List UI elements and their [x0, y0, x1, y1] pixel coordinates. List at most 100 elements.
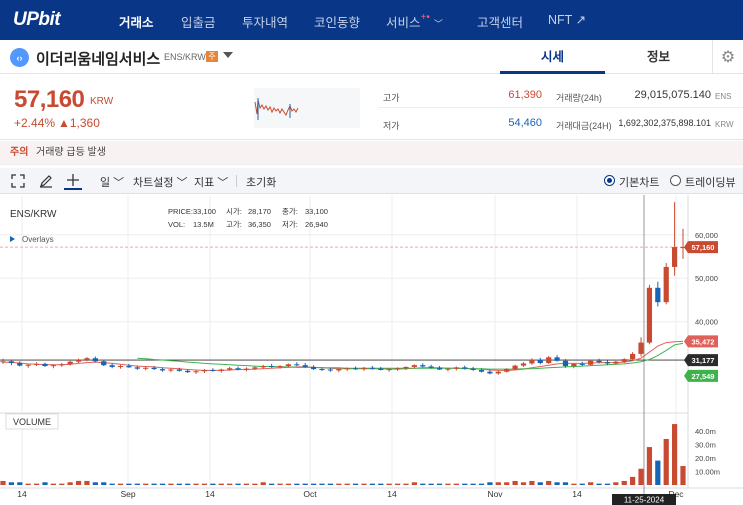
volume-bar	[159, 483, 166, 485]
volume-bar	[680, 466, 686, 485]
candle-body	[571, 363, 577, 367]
info-price-label: PRICE:	[168, 207, 193, 216]
overlays-label: Overlays	[22, 235, 54, 244]
candle-body	[378, 368, 384, 370]
tradingview-label[interactable]: 트레이딩뷰	[685, 174, 736, 190]
candle-body	[302, 365, 308, 367]
upbit-logo[interactable]: UPbit	[13, 9, 105, 31]
candle-body	[0, 361, 6, 363]
high-label: 고가	[383, 93, 400, 103]
chevron-down-icon: ﹀	[214, 177, 229, 189]
gear-icon[interactable]: ⚙	[712, 40, 743, 74]
candle-body	[613, 361, 619, 364]
info-high: 36,350	[248, 220, 271, 229]
high-value: 61,390	[508, 89, 542, 101]
volume-bar	[252, 483, 258, 485]
pencil-icon[interactable]	[37, 172, 55, 190]
chart-grid	[0, 195, 743, 494]
caution-text: 거래량 급등 발생	[36, 147, 106, 158]
candle-body	[546, 357, 552, 364]
candle-body	[663, 266, 669, 303]
candle-body	[537, 359, 543, 364]
nav-coin-trends[interactable]: 코인동향	[314, 12, 360, 31]
crosshair-date-tag: 11-25-2024	[612, 494, 676, 505]
candle-body	[361, 367, 367, 370]
volume-bar	[596, 483, 602, 485]
volume-bar	[420, 483, 426, 485]
candle-body	[210, 369, 216, 371]
nav-customer-center[interactable]: 고객센터	[477, 12, 523, 31]
candle-body	[327, 369, 334, 371]
candle-body	[218, 369, 224, 371]
candle-body	[109, 365, 115, 367]
volume-tick-label: 30.0m	[695, 440, 716, 449]
x-tick-label: 14	[387, 489, 397, 499]
coin-name[interactable]: 이더리움네임서비스	[36, 48, 160, 69]
volume-bar	[33, 483, 40, 485]
candle-body	[621, 359, 627, 362]
volume-bar	[59, 483, 65, 485]
x-tick-label: 14	[572, 489, 582, 499]
volume-bar	[579, 483, 585, 485]
volume-bar	[537, 482, 543, 485]
nav-nft[interactable]: NFT ↗	[548, 12, 586, 27]
x-tick-label: Oct	[303, 489, 317, 499]
candle-body	[529, 359, 535, 364]
services-new-dot: •	[426, 12, 430, 23]
nav-investments[interactable]: 투자내역	[242, 12, 288, 31]
info-high-label: 고가:	[226, 220, 242, 229]
info-vol-label: VOL:	[168, 220, 185, 229]
y-tick-label: 50,000	[695, 274, 718, 283]
ens-coin-icon-glyph: ‹›	[16, 52, 23, 63]
volume-bar	[520, 482, 527, 485]
volume-bar	[445, 483, 451, 485]
x-tick-label: 14	[205, 489, 215, 499]
interval-label: 일	[100, 177, 111, 189]
tab-info[interactable]: 정보	[606, 40, 711, 74]
candle-body	[117, 366, 124, 368]
tab-market-price[interactable]: 시세	[500, 40, 605, 74]
indicators-menu[interactable]: 지표 ﹀	[194, 174, 228, 190]
trade-amount-24h-unit: KRW	[715, 120, 734, 129]
candle-body	[67, 361, 73, 365]
candle-body	[436, 367, 443, 370]
basic-chart-radio[interactable]	[604, 175, 615, 186]
candle-body	[403, 366, 409, 369]
reset-button[interactable]: 초기화	[246, 174, 276, 190]
volume-bar	[143, 483, 149, 485]
fullscreen-icon[interactable]	[9, 172, 27, 190]
chart-settings-label: 차트설정	[133, 177, 174, 189]
volume-bar	[84, 480, 90, 485]
candle-body	[260, 366, 266, 368]
nav-deposit-withdraw[interactable]: 입출금	[181, 12, 216, 31]
price-chart[interactable]: 14Sep14Oct14Nov14Dec60,00050,00040,00040…	[0, 195, 743, 505]
volume-label: VOLUME	[13, 417, 51, 427]
nav-exchange[interactable]: 거래소	[119, 12, 154, 31]
toolbar-divider	[236, 175, 237, 187]
basic-chart-label[interactable]: 기본차트	[619, 174, 659, 190]
volume-bar	[436, 483, 443, 485]
coin-dropdown-caret-icon[interactable]	[223, 52, 233, 58]
caution-notice: 주의 거래량 급등 발생	[0, 141, 743, 165]
volume-bar	[101, 482, 107, 485]
nav-services[interactable]: 서비스+•﹀	[386, 12, 443, 31]
price-tag-label: 27,549	[692, 372, 715, 381]
volume-bar	[369, 483, 375, 485]
crosshair-icon[interactable]	[64, 172, 82, 190]
candle-body	[638, 342, 644, 354]
candle-body	[411, 365, 417, 367]
x-tick-label: Nov	[487, 489, 503, 499]
volume-bar	[50, 483, 56, 485]
chart-symbol: ENS/KRW	[10, 209, 57, 220]
candle-body	[84, 358, 90, 360]
tradingview-radio[interactable]	[670, 175, 681, 186]
volume-bar	[394, 483, 401, 485]
chart-settings-menu[interactable]: 차트설정 ﹀	[133, 174, 188, 190]
volume-tick-label: 10.00m	[695, 467, 720, 476]
volume-bar	[75, 480, 82, 485]
interval-select[interactable]: 일 ﹀	[100, 174, 124, 190]
change-percent: +2.44%	[14, 116, 56, 130]
candle-body	[277, 366, 283, 368]
overlays-toggle[interactable]: Overlays	[10, 235, 54, 244]
volume-bar	[17, 482, 23, 485]
